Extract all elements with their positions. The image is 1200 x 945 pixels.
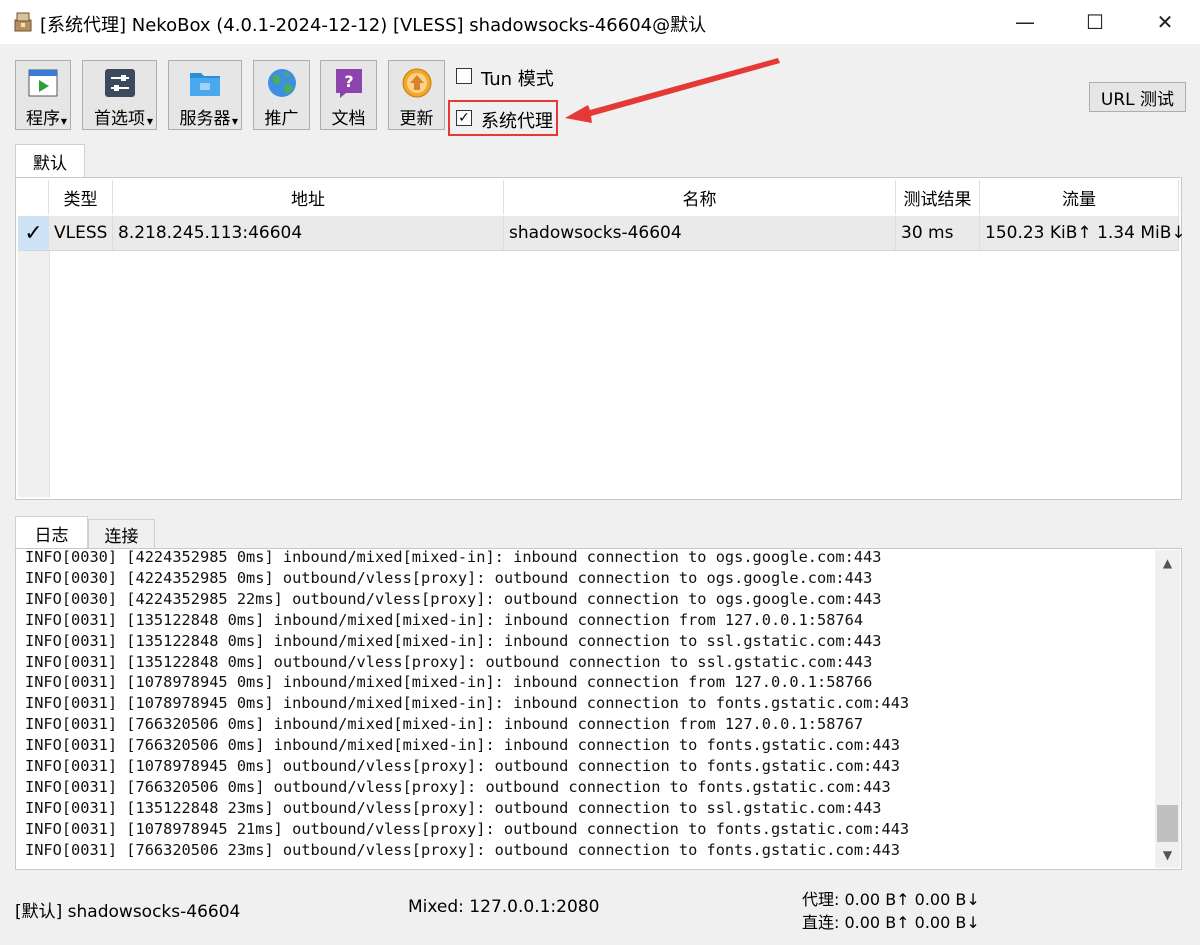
status-direct-traffic: 直连: 0.00 B↑ 0.00 B↓ <box>802 913 980 932</box>
log-line: INFO[0031] [1078978945 0ms] outbound/vle… <box>25 757 900 776</box>
system-proxy-label: 系统代理 <box>481 111 553 132</box>
docs-label: 文档 <box>331 109 366 129</box>
docs-button[interactable]: ? 文档 <box>320 60 377 130</box>
promote-button[interactable]: 推广 <box>253 60 310 130</box>
status-proxy-traffic: 代理: 0.00 B↑ 0.00 B↓ <box>802 890 980 909</box>
header-test-result[interactable]: 测试结果 <box>896 180 980 215</box>
globe-icon <box>267 69 296 97</box>
dropdown-arrow-icon: ▼ <box>60 117 67 126</box>
app-icon <box>14 12 32 32</box>
selected-check-icon[interactable]: ✓ <box>18 216 49 250</box>
log-line: INFO[0031] [135122848 0ms] inbound/mixed… <box>25 631 882 650</box>
cell-type[interactable]: VLESS <box>49 216 113 250</box>
header-type[interactable]: 类型 <box>49 180 113 215</box>
header-address[interactable]: 地址 <box>113 180 504 215</box>
status-profile: [默认] shadowsocks-46604 <box>15 902 241 922</box>
cell-traffic[interactable]: 150.23 KiB↑ 1.34 MiB↓ <box>980 216 1186 250</box>
log-line: INFO[0030] [4224352985 0ms] outbound/vle… <box>25 568 873 587</box>
log-line: INFO[0031] [135122848 0ms] inbound/mixed… <box>25 610 864 629</box>
scroll-thumb[interactable] <box>1157 805 1178 842</box>
log-line: INFO[0031] [766320506 0ms] inbound/mixed… <box>25 715 864 734</box>
log-line: INFO[0031] [766320506 0ms] outbound/vles… <box>25 777 891 796</box>
tun-mode-checkbox[interactable] <box>456 68 472 84</box>
header-traffic[interactable]: 流量 <box>980 180 1179 215</box>
system-proxy-checkbox[interactable]: ✓ <box>456 110 472 126</box>
group-tab-default[interactable]: 默认 <box>15 144 85 178</box>
log-line: INFO[0031] [135122848 23ms] outbound/vle… <box>25 798 882 817</box>
update-label: 更新 <box>399 109 434 129</box>
help-doc-icon: ? <box>335 69 362 98</box>
dropdown-arrow-icon: ▼ <box>146 117 153 126</box>
row-header-gutter <box>18 251 50 497</box>
scroll-down-icon[interactable]: ▼ <box>1155 845 1180 865</box>
log-line: INFO[0031] [766320506 23ms] outbound/vle… <box>25 840 900 859</box>
tun-mode-label: Tun 模式 <box>481 69 554 90</box>
program-label: 程序 <box>26 109 60 129</box>
minimize-button[interactable]: — <box>990 0 1060 44</box>
preferences-button[interactable]: 首选项 ▼ <box>82 60 157 130</box>
promote-label: 推广 <box>264 109 299 129</box>
log-line: INFO[0031] [135122848 0ms] outbound/vles… <box>25 652 873 671</box>
log-line: INFO[0031] [1078978945 21ms] outbound/vl… <box>25 819 910 838</box>
server-folder-icon <box>190 73 220 96</box>
preferences-icon <box>104 69 135 97</box>
tab-connections[interactable]: 连接 <box>88 519 155 549</box>
annotation-arrow-icon <box>565 58 780 123</box>
dropdown-arrow-icon: ▼ <box>231 117 238 126</box>
update-button[interactable]: 更新 <box>388 60 445 130</box>
header-name[interactable]: 名称 <box>504 180 896 215</box>
close-button[interactable]: ✕ <box>1130 0 1200 44</box>
log-line: INFO[0031] [1078978945 0ms] inbound/mixe… <box>25 694 910 713</box>
window-title: [系统代理] NekoBox (4.0.1-2024-12-12) [VLESS… <box>40 15 707 36</box>
update-icon <box>402 68 431 98</box>
log-view[interactable]: INFO[0030] [4224352985 0ms] inbound/mixe… <box>15 548 1182 870</box>
log-line: INFO[0030] [4224352985 22ms] outbound/vl… <box>25 589 882 608</box>
preferences-label: 首选项 <box>94 109 145 129</box>
program-icon <box>28 69 58 97</box>
log-lines: INFO[0030] [4224352985 0ms] inbound/mixe… <box>25 548 910 861</box>
svg-text:?: ? <box>344 72 353 91</box>
row-divider <box>18 250 1179 251</box>
server-label: 服务器 <box>179 109 231 129</box>
log-line: INFO[0031] [1078978945 0ms] inbound/mixe… <box>25 673 873 692</box>
cell-test-result[interactable]: 30 ms <box>896 216 980 250</box>
server-button[interactable]: 服务器 ▼ <box>168 60 242 130</box>
tab-log[interactable]: 日志 <box>15 516 88 549</box>
cell-address[interactable]: 8.218.245.113:46604 <box>113 216 504 250</box>
scroll-up-icon[interactable]: ▲ <box>1155 553 1180 573</box>
cell-name[interactable]: shadowsocks-46604 <box>504 216 896 250</box>
url-test-button[interactable]: URL 测试 <box>1089 82 1186 112</box>
log-line: INFO[0030] [4224352985 0ms] inbound/mixe… <box>25 548 882 566</box>
maximize-button[interactable]: ☐ <box>1060 0 1130 44</box>
log-line: INFO[0031] [766320506 0ms] inbound/mixed… <box>25 736 900 755</box>
table-corner <box>18 180 49 215</box>
program-button[interactable]: 程序 ▼ <box>15 60 71 130</box>
status-mixed-port: Mixed: 127.0.0.1:2080 <box>408 897 600 917</box>
